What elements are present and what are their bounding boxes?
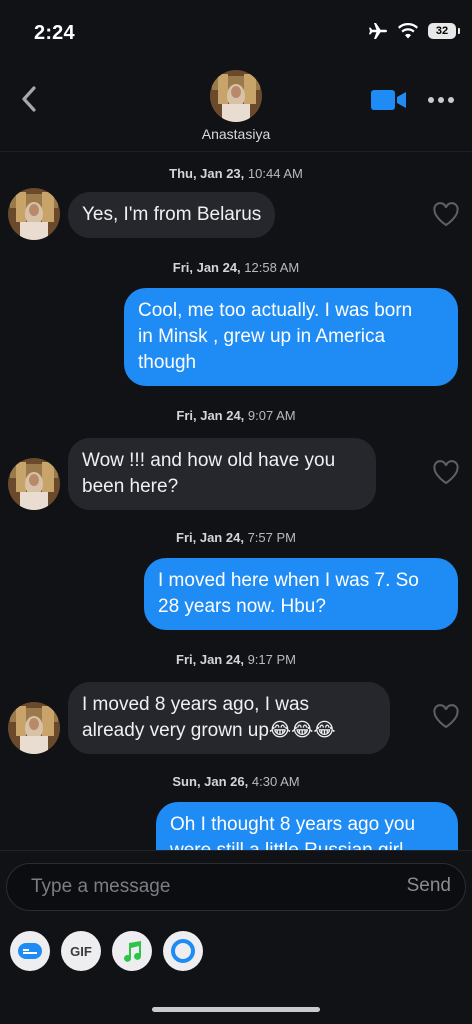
message-timestamp: Thu, Jan 23, 10:44 AM	[169, 166, 303, 181]
sender-avatar[interactable]	[8, 188, 60, 240]
like-heart-icon[interactable]	[432, 704, 460, 730]
status-time: 2:24	[34, 22, 75, 44]
composer-area: Send GIF	[0, 850, 472, 1024]
chat-header: Anastasiya	[0, 64, 472, 152]
airplane-icon	[369, 23, 387, 39]
message-timestamp: Fri, Jan 24, 12:58 AM	[172, 260, 300, 275]
contact-avatar[interactable]	[210, 70, 262, 122]
music-icon	[124, 941, 142, 962]
attachment-toolbar: GIF	[10, 931, 203, 971]
outgoing-message-bubble[interactable]: Oh I thought 8 years ago you were still …	[156, 802, 458, 850]
back-button[interactable]	[14, 82, 44, 116]
wifi-icon	[398, 23, 418, 39]
gif-icon: GIF	[70, 943, 92, 959]
message-composer: Send	[6, 863, 466, 911]
message-timestamp: Fri, Jan 24, 9:07 AM	[176, 408, 296, 423]
loop-button[interactable]	[163, 931, 203, 971]
loop-icon	[171, 939, 195, 963]
sticker-icon	[18, 943, 42, 959]
video-call-icon	[371, 90, 406, 110]
incoming-message-bubble[interactable]: Wow !!! and how old have you been here?	[68, 438, 376, 510]
video-call-button[interactable]	[370, 88, 408, 112]
message-timestamp: Sun, Jan 26, 4:30 AM	[172, 774, 300, 789]
battery-indicator: 32	[428, 23, 460, 39]
incoming-message-bubble[interactable]: I moved 8 years ago, I was already very …	[68, 682, 390, 754]
send-button[interactable]: Send	[407, 875, 451, 897]
status-icons: 32	[368, 22, 460, 40]
more-button[interactable]	[428, 92, 460, 108]
like-heart-icon[interactable]	[432, 460, 460, 486]
message-timestamp: Fri, Jan 24, 7:57 PM	[176, 530, 296, 545]
like-heart-icon[interactable]	[432, 202, 460, 228]
incoming-message-bubble[interactable]: Yes, I'm from Belarus	[68, 192, 276, 238]
contact-name[interactable]: Anastasiya	[0, 126, 472, 142]
message-list[interactable]: Thu, Jan 23, 10:44 AM Yes, I'm from Bela…	[0, 152, 472, 850]
sender-avatar[interactable]	[8, 702, 60, 754]
outgoing-message-bubble[interactable]: Cool, me too actually. I was born in Min…	[124, 288, 458, 386]
status-bar: 2:24 32	[0, 0, 472, 64]
message-timestamp: Fri, Jan 24, 9:17 PM	[176, 652, 296, 667]
more-icon	[428, 97, 434, 103]
gif-button[interactable]: GIF	[61, 931, 101, 971]
outgoing-message-bubble[interactable]: I moved here when I was 7. So 28 years n…	[144, 558, 458, 630]
home-indicator[interactable]	[152, 1007, 320, 1012]
message-input[interactable]	[7, 864, 387, 910]
back-icon	[22, 86, 36, 112]
sticker-button[interactable]	[10, 931, 50, 971]
sender-avatar[interactable]	[8, 458, 60, 510]
music-button[interactable]	[112, 931, 152, 971]
